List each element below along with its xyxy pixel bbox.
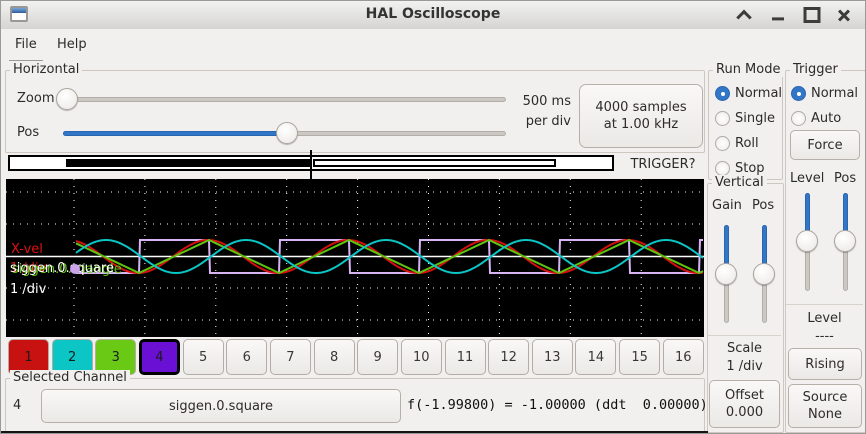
shade-button[interactable] (733, 5, 755, 25)
channel-button-8[interactable]: 8 (314, 339, 355, 375)
channel-button-16[interactable]: 16 (663, 339, 704, 375)
maximize-icon (804, 7, 821, 23)
trigger-level-value: ---- (785, 329, 864, 344)
run-mode-frame-label: Run Mode (713, 62, 783, 77)
channel-value-readout: f(-1.99800) = -1.00000 (ddt 0.00000) (407, 397, 708, 413)
radio-label: Single (735, 111, 775, 126)
selected-channel-number: 4 (13, 398, 33, 413)
radio-icon (715, 111, 730, 126)
trigger-slope-button[interactable]: Rising (788, 348, 862, 380)
force-button-label: Force (807, 137, 842, 154)
trigger-status-label: TRIGGER? (621, 157, 705, 172)
zoom-slider-track[interactable] (58, 97, 506, 102)
channel-button-6[interactable]: 6 (226, 339, 267, 375)
minimize-icon (772, 17, 784, 20)
scope-selected-name-label: siggen.0.square (10, 261, 114, 276)
source-caption: Source (803, 389, 848, 406)
app-window: HAL Oscilloscope File Help Horizontal Zo… (0, 0, 866, 434)
time-per-div-value: 500 ms (501, 94, 571, 109)
radio-label: Normal (735, 86, 782, 101)
menu-help[interactable]: Help (51, 36, 93, 53)
scope-canvas (6, 179, 704, 337)
channel-button-12[interactable]: 12 (488, 339, 529, 375)
selected-channel-name: siggen.0.square (169, 398, 273, 415)
channel-button-7[interactable]: 7 (270, 339, 311, 375)
time-per-div-caption: per div (501, 114, 571, 129)
pos-slider-label: Pos (17, 125, 39, 140)
gain-slider-thumb[interactable] (715, 263, 737, 285)
samples-line1: 4000 samples (595, 99, 686, 116)
vertical-pos-slider-label: Pos (752, 198, 774, 213)
radio-icon (791, 86, 806, 101)
scale-caption: Scale (707, 341, 782, 356)
scale-value: 1 /div (707, 359, 782, 374)
trigger-source-button[interactable]: Source None (788, 384, 862, 428)
menu-bar: File Help (1, 29, 865, 58)
channel-button-5[interactable]: 5 (183, 339, 224, 375)
horizontal-frame-label: Horizontal (10, 62, 82, 77)
channel-button-4[interactable]: 4 (139, 339, 180, 375)
radio-label: Auto (811, 111, 841, 126)
vertical-separator (708, 335, 781, 336)
level-slider-thumb[interactable] (796, 230, 818, 252)
trigger-pos-slider-thumb[interactable] (834, 230, 856, 252)
selected-channel-name-button[interactable]: siggen.0.square (41, 389, 401, 423)
slope-button-label: Rising (805, 356, 845, 373)
radio-label: Roll (735, 136, 759, 151)
channel-button-10[interactable]: 10 (401, 339, 442, 375)
source-value: None (808, 406, 842, 423)
trigger-frame-label: Trigger (790, 62, 841, 77)
channel-button-9[interactable]: 9 (357, 339, 398, 375)
selected-channel-start-marker (70, 264, 80, 274)
selected-channel-frame-label: Selected Channel (10, 370, 130, 385)
trigger-level-caption: Level (785, 311, 864, 326)
scope-selected-scale-label: 1 /div (10, 282, 46, 297)
chevron-up-icon (736, 10, 752, 26)
level-slider-label: Level (790, 171, 824, 186)
zoom-slider-thumb[interactable] (56, 88, 78, 110)
vertical-pos-slider-thumb[interactable] (753, 263, 775, 285)
samples-line2: at 1.00 kHz (604, 116, 678, 133)
radio-label: Normal (811, 86, 858, 101)
scope-ch1-name-label: X-vel (11, 242, 43, 257)
samples-button[interactable]: 4000 samples at 1.00 kHz (579, 84, 703, 148)
title-bar[interactable]: HAL Oscilloscope (1, 1, 865, 30)
scope-display[interactable]: X-vel 1 /div siggen.0.triangle siggen.0.… (6, 179, 704, 337)
offset-button[interactable]: Offset 0.000 (709, 380, 780, 428)
radio-icon (715, 136, 730, 151)
zoom-slider-label: Zoom (17, 91, 54, 106)
gain-slider-label: Gain (712, 198, 742, 213)
minimize-button[interactable] (767, 5, 789, 25)
channel-button-11[interactable]: 11 (445, 339, 486, 375)
radio-icon (791, 111, 806, 126)
channel-button-15[interactable]: 15 (619, 339, 660, 375)
offset-caption: Offset (725, 387, 764, 404)
pos-slider-fill (63, 131, 287, 136)
offset-value: 0.000 (726, 404, 763, 421)
trigger-pos-slider-label: Pos (834, 171, 856, 186)
channel-button-14[interactable]: 14 (575, 339, 616, 375)
record-window-indicator (313, 159, 556, 167)
trigger-separator (786, 304, 863, 305)
vertical-frame-label: Vertical (712, 175, 767, 190)
record-filled-indicator (66, 159, 311, 167)
force-button[interactable]: Force (790, 130, 860, 160)
pos-slider-thumb[interactable] (276, 122, 298, 144)
maximize-button[interactable] (801, 5, 823, 25)
close-button[interactable] (833, 5, 855, 25)
channel-button-13[interactable]: 13 (532, 339, 573, 375)
close-icon (837, 8, 851, 22)
radio-icon (715, 161, 730, 176)
menu-file[interactable]: File (9, 36, 43, 61)
radio-label: Stop (735, 161, 765, 176)
trigger-position-marker (310, 150, 312, 179)
radio-icon (715, 86, 730, 101)
